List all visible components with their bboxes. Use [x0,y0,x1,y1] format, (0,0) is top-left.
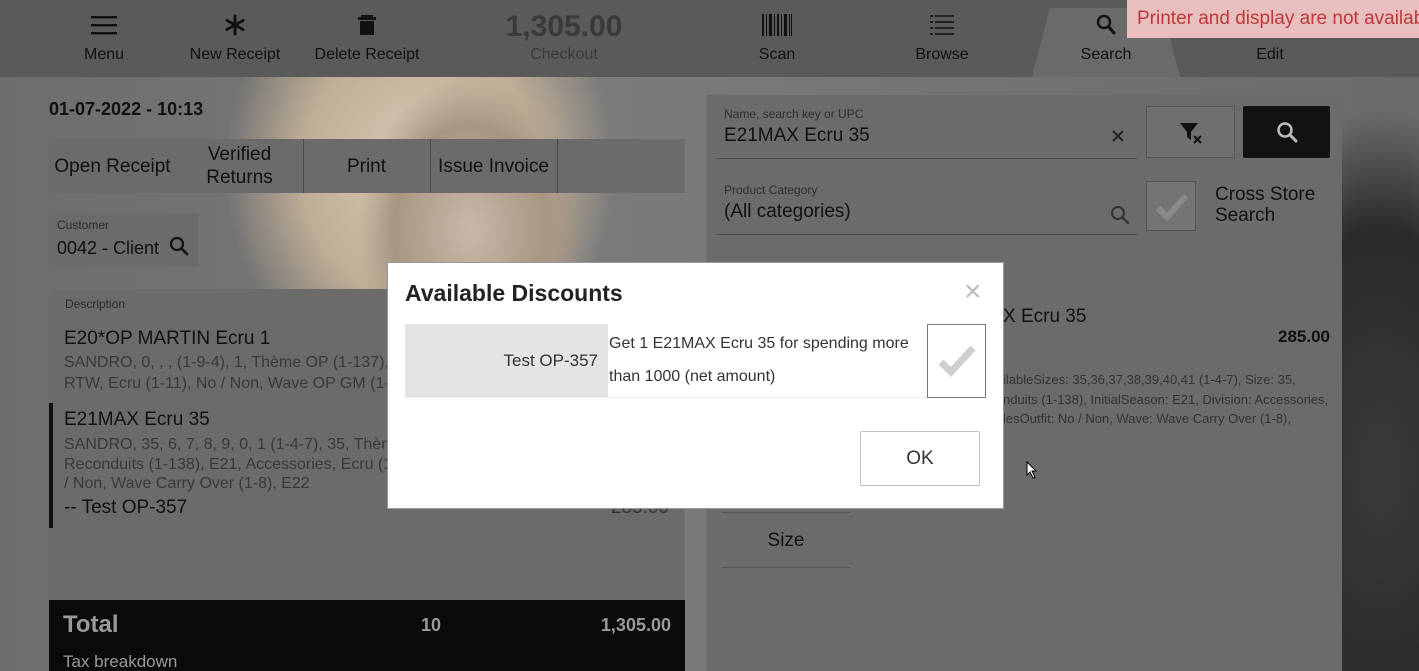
search-icon [1096,14,1116,41]
menu-icon [91,14,117,41]
divider [557,139,558,193]
available-discounts-dialog: Available Discounts × Test OP-357 Get 1 … [388,263,1003,508]
discount-description: Get 1 E21MAX Ecru 35 for spending more t… [609,335,909,385]
checkmark-icon [1155,193,1189,226]
trash-icon [358,14,376,41]
line-name: E20*OP MARTIN Ecru 1 [64,328,271,349]
checkmark-icon [938,344,976,383]
search-button[interactable] [1243,106,1330,158]
search-icon [1276,121,1298,148]
scan-label: Scan [758,46,796,63]
ok-button[interactable]: OK [860,431,980,486]
customer-selector[interactable]: Customer 0042 - Client [49,213,198,267]
list-icon [930,14,954,41]
menu-label: Menu [83,46,125,63]
printer-error-toast: Printer and display are not available. [1127,0,1419,38]
cross-store-checkbox[interactable] [1146,181,1196,231]
verified-returns-button[interactable]: Verified Returns [176,139,303,193]
receipt-action-bar: Open Receipt Verified Returns Print Issu… [49,139,685,193]
result-props-line: ilableSizes: 35,36,37,38,39,40,41 (1-4-7… [1003,372,1296,387]
delete-receipt-button[interactable]: Delete Receipt [306,0,428,77]
discount-row[interactable]: Test OP-357 Get 1 E21MAX Ecru 35 for spe… [405,324,986,398]
size-button[interactable]: Size [722,512,850,568]
delete-receipt-label: Delete Receipt [314,46,420,63]
search-name-input[interactable]: E21MAX Ecru 35 [724,125,870,147]
search-name-field[interactable]: Name, search key or UPC E21MAX Ecru 35 [716,107,1137,159]
receipt-datetime: 01-07-2022 - 10:13 [49,99,204,119]
browse-label: Browse [915,46,969,63]
checkout-amount: 1,305.00 [505,10,623,43]
customer-caption: Customer [57,218,110,232]
customer-value: 0042 - Client [57,238,160,258]
tax-breakdown-link[interactable]: Tax breakdown [63,652,177,671]
discount-name: Test OP-357 [405,324,608,397]
search-label: Search [1080,46,1132,63]
search-name-caption: Name, search key or UPC [724,107,864,121]
issue-invoice-button[interactable]: Issue Invoice [430,139,557,193]
product-category-field[interactable]: Product Category (All categories) [716,183,1137,235]
checkout-label: Checkout [530,46,598,63]
cross-store-label: Cross Store Search [1215,184,1316,226]
checkout-button[interactable]: 1,305.00 Checkout [480,0,648,77]
browse-button[interactable]: Browse [897,0,987,77]
total-label: Total [63,611,119,638]
close-icon[interactable]: × [964,277,982,307]
scan-button[interactable]: Scan [737,0,817,77]
menu-button[interactable]: Menu [64,0,144,77]
clear-filter-button[interactable] [1146,106,1235,158]
description-header: Description [65,297,126,311]
total-quantity: 10 [421,615,442,635]
result-props-line: lesOutfit: No / Non, Wave: Wave Carry Ov… [1003,411,1291,426]
discount-checkbox[interactable] [927,324,986,398]
result-product-name[interactable]: X Ecru 35 [1003,306,1086,328]
category-value[interactable]: (All categories) [724,201,851,223]
category-caption: Product Category [724,183,818,197]
barcode-icon [762,14,792,41]
result-product-price: 285.00 [1278,327,1330,346]
open-receipt-button[interactable]: Open Receipt [49,139,176,193]
search-icon [169,236,189,261]
new-receipt-label: New Receipt [189,46,281,63]
total-bar[interactable]: Total 10 1,305.00 Tax breakdown [49,600,685,671]
search-icon [1110,205,1130,230]
total-amount: 1,305.00 [600,615,671,635]
filter-clear-icon [1179,121,1203,150]
edit-label: Edit [1256,46,1284,63]
result-product-props: ilableSizes: 35,36,37,38,39,40,41 (1-4-7… [1003,370,1328,429]
line-discount: -- Test OP-357 [64,497,188,518]
dialog-title: Available Discounts [405,280,623,306]
new-receipt-button[interactable]: New Receipt [180,0,290,77]
mouse-cursor-icon [1026,460,1038,484]
clear-icon[interactable] [1111,129,1125,148]
result-props-line: nduits (1-138), InitialSeason: E21, Divi… [1003,391,1329,407]
print-button[interactable]: Print [303,139,430,193]
line-name: E21MAX Ecru 35 [64,409,210,430]
asterisk-icon [224,14,246,41]
